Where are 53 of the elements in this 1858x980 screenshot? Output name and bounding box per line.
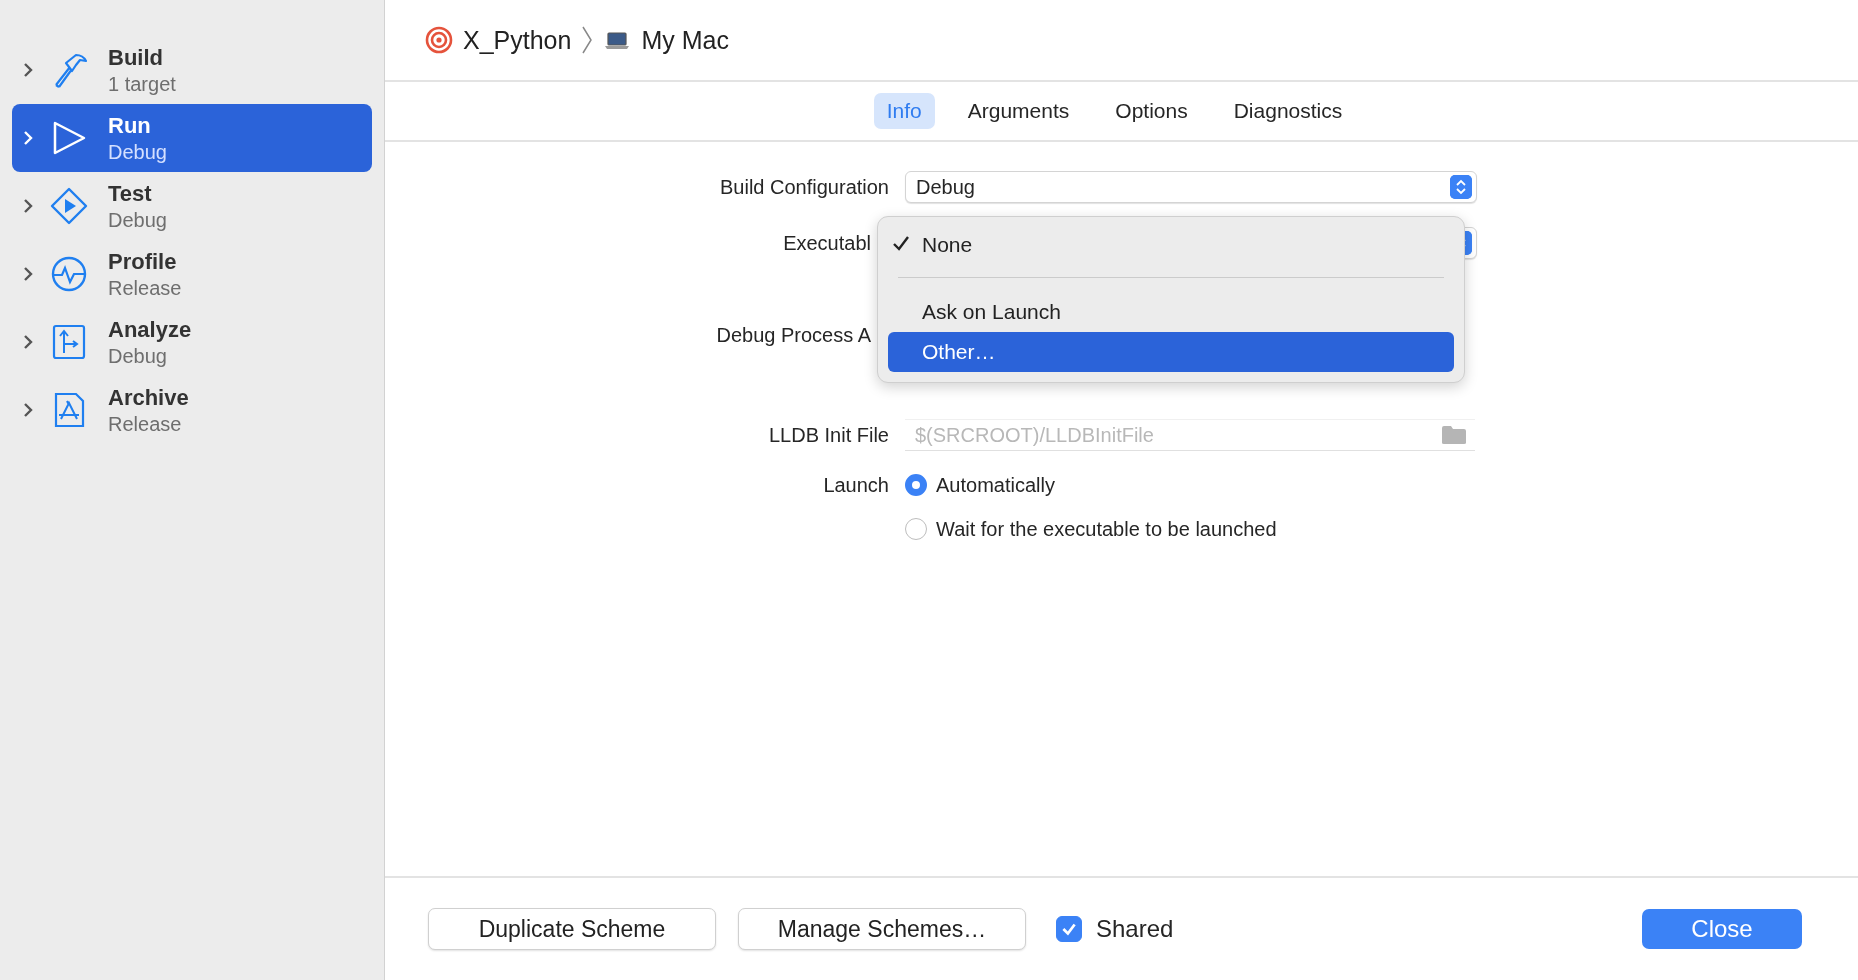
branch-icon [50,323,88,361]
scheme-action-subtitle: 1 target [108,72,176,96]
sidebar-item[interactable]: Build 1 target [12,36,372,104]
scheme-action-subtitle: Debug [108,208,167,232]
sidebar-item[interactable]: Analyze Debug [12,308,372,376]
close-button[interactable]: Close [1642,909,1802,949]
target-icon [425,26,453,54]
footer-button[interactable]: Duplicate Scheme [428,908,716,950]
chevron-icon [22,129,34,147]
tab[interactable]: Diagnostics [1220,93,1356,129]
scheme-action-subtitle: Release [108,276,182,300]
scheme-action-title: Run [108,112,152,139]
chevron-icon [22,197,34,215]
menu-item[interactable]: Other… [888,332,1454,372]
field-label: Build Configuration [719,175,890,199]
radio-button[interactable]: Wait for the executable to be launched [905,517,1277,541]
scheme-action-subtitle: Debug [108,344,168,368]
scheme-action-title: Profile [108,248,178,275]
chevron-icon [22,265,34,283]
field-label: Launch [822,473,890,497]
build-configuration-popup[interactable]: Debug [905,171,1477,203]
radio-button[interactable]: Automatically [905,473,1055,497]
sidebar-item[interactable]: Profile Release [12,240,372,308]
lldb-init-file-field[interactable]: $(SRCROOT)/LLDBInitFile [913,422,1441,448]
diamond-play-icon [50,187,88,225]
scheme-action-title: Build [108,44,164,71]
breadcrumb-item[interactable]: X_Python [463,25,572,55]
sidebar-item[interactable]: Run Debug [12,104,372,172]
scheme-action-subtitle: Release [108,412,183,436]
scheme-action-title: Archive [108,384,189,411]
scheme-action-title: Analyze [108,316,192,343]
folder-icon [1441,425,1467,445]
sidebar-item[interactable]: Test Debug [12,172,372,240]
checkmark-icon [892,234,910,252]
breadcrumb-item[interactable]: My Mac [641,25,729,55]
chevron-icon [22,401,34,419]
checkbox[interactable] [1056,916,1082,942]
scheme-action-title: Test [108,180,153,207]
field-label: Executabl [782,231,872,255]
sidebar-item[interactable]: Archive Release [12,376,372,444]
field-label: Debug Process A [715,323,872,347]
chevron-icon [22,333,34,351]
menu-item[interactable]: Ask on Launch [888,292,1454,332]
scheme-action-subtitle: Debug [108,140,167,164]
checkbox-label: Shared [1096,915,1174,943]
breadcrumb-separator-icon [581,25,594,55]
tab[interactable]: Arguments [954,93,1083,129]
waveform-icon [50,255,88,293]
footer-button[interactable]: Manage Schemes… [738,908,1026,950]
chevron-icon [22,61,34,79]
menu-item[interactable]: None [888,225,1454,265]
field-label: LLDB Init File [767,423,890,447]
tab[interactable]: Options [1102,93,1201,129]
